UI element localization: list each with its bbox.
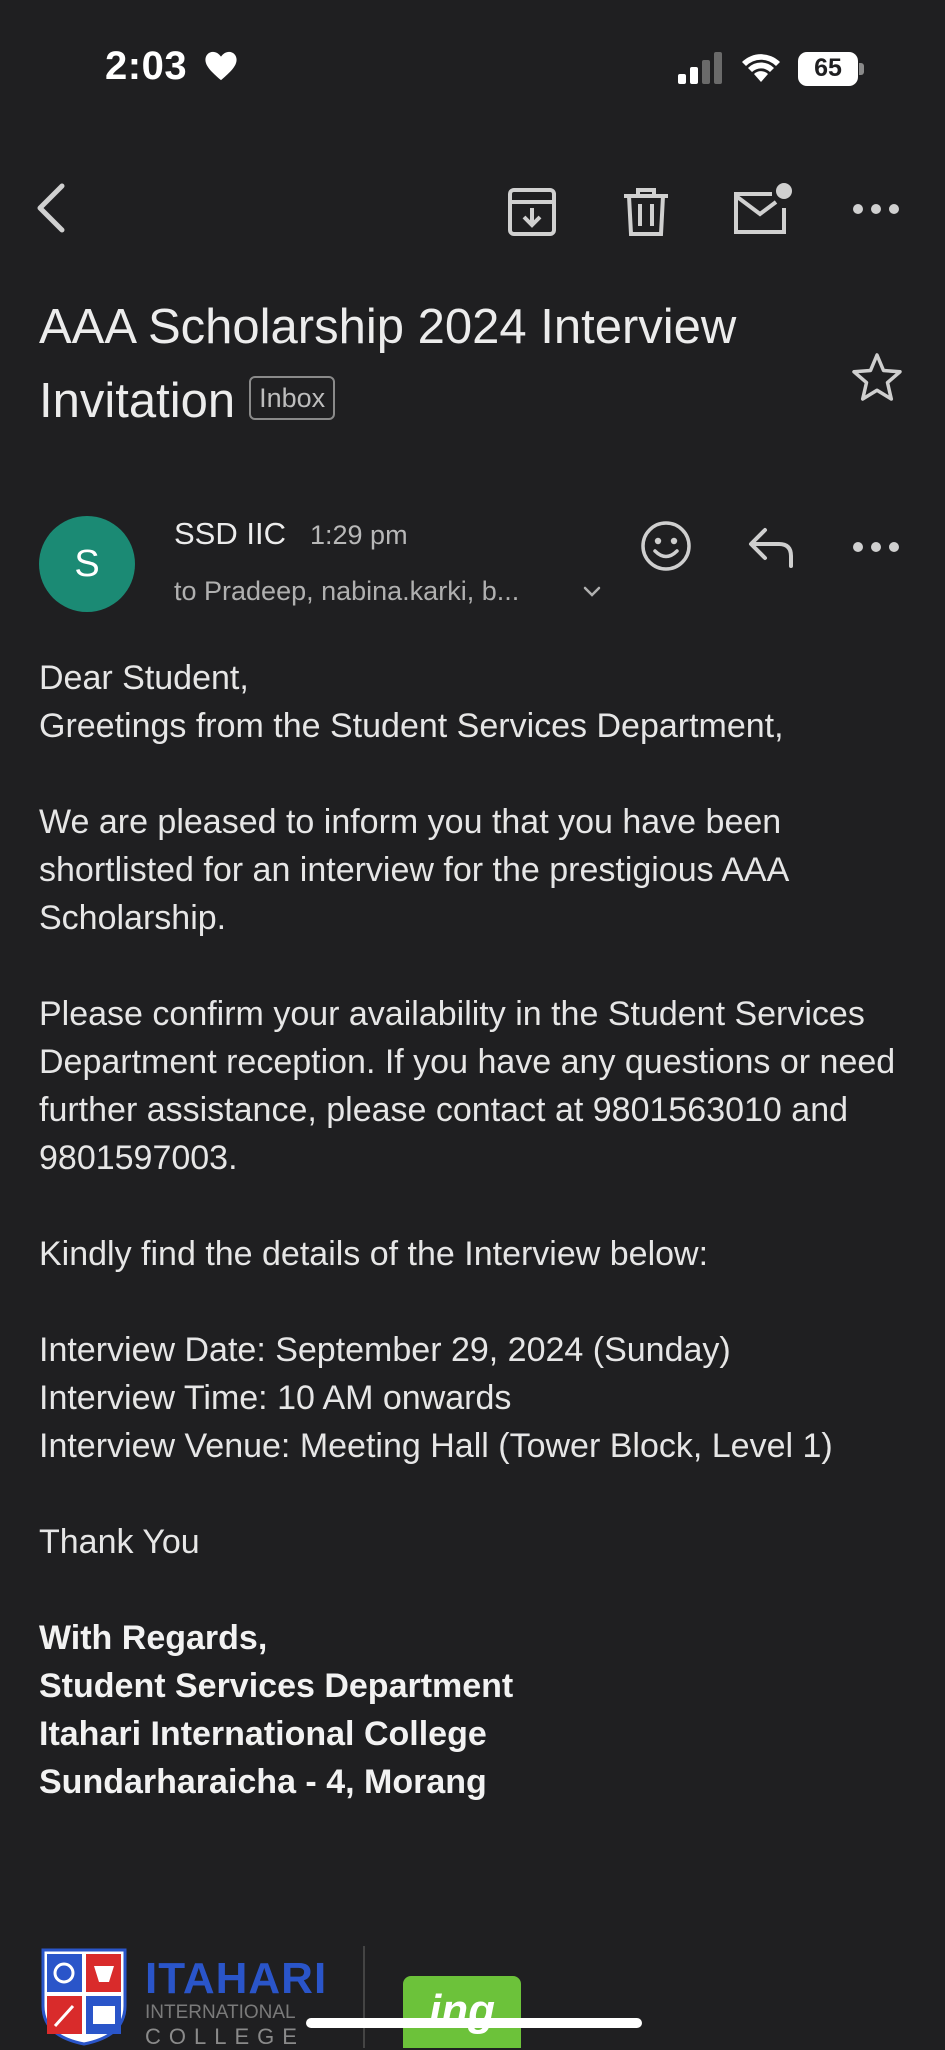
recipients[interactable]: to Pradeep, nabina.karki, b... <box>174 576 519 607</box>
archive-icon[interactable] <box>504 184 560 240</box>
cellular-signal-icon <box>678 52 722 84</box>
email-body: Dear Student, Greetings from the Student… <box>39 654 909 1806</box>
college-crest-icon <box>41 1948 127 2046</box>
reply-icon[interactable] <box>745 524 797 570</box>
interview-date: Interview Date: September 29, 2024 (Sund… <box>39 1331 731 1369</box>
back-icon[interactable] <box>32 180 72 236</box>
emoji-reaction-icon[interactable] <box>638 518 694 574</box>
wifi-icon <box>742 54 780 82</box>
more-options-icon[interactable] <box>850 194 902 224</box>
subject-text: AAA Scholarship 2024 Interview Invitatio… <box>39 300 737 428</box>
interview-time: Interview Time: 10 AM onwards <box>39 1379 512 1417</box>
signature-line: Sundarharaicha - 4, Morang <box>39 1763 487 1801</box>
status-bar: 2:03 65 <box>0 0 945 120</box>
logo-divider <box>363 1946 365 2048</box>
sender-name: SSD IIC <box>174 516 286 551</box>
trash-icon[interactable] <box>618 184 674 240</box>
status-time: 2:03 <box>105 44 188 88</box>
signature-line: With Regards, <box>39 1619 268 1657</box>
chevron-down-icon[interactable] <box>580 580 604 604</box>
college-logo-subtext: INTERNATIONAL <box>145 2002 296 2023</box>
thanks-line: Thank You <box>39 1523 200 1561</box>
sent-time: 1:29 pm <box>310 520 408 550</box>
signature-logos: ITAHARI INTERNATIONAL COLLEGE ing <box>39 1946 559 2049</box>
email-subject: AAA Scholarship 2024 Interview Invitatio… <box>39 290 839 438</box>
signature-line: Student Services Department <box>39 1667 514 1705</box>
battery-tip <box>859 63 864 75</box>
star-icon[interactable] <box>849 350 905 406</box>
signature-line: Itahari International College <box>39 1715 487 1753</box>
college-logo-subtext: COLLEGE <box>145 2024 305 2049</box>
body-paragraph: Please confirm your availability in the … <box>39 995 896 1177</box>
greeting-line: Dear Student, <box>39 659 249 697</box>
mark-unread-icon[interactable] <box>730 180 794 240</box>
heart-icon <box>205 51 237 81</box>
home-indicator[interactable] <box>306 2018 642 2028</box>
battery-indicator: 65 <box>798 52 864 86</box>
partner-logo: ing <box>403 1976 521 2048</box>
avatar[interactable]: S <box>39 516 135 612</box>
body-paragraph: Kindly find the details of the Interview… <box>39 1235 709 1273</box>
interview-venue: Interview Venue: Meeting Hall (Tower Blo… <box>39 1427 833 1465</box>
college-logo-text: ITAHARI <box>145 1954 328 2003</box>
battery-level: 65 <box>814 54 842 82</box>
greeting-line: Greetings from the Student Services Depa… <box>39 707 784 745</box>
message-more-icon[interactable] <box>850 532 902 562</box>
body-paragraph: We are pleased to inform you that you ha… <box>39 803 788 937</box>
inbox-label[interactable]: Inbox <box>249 376 336 421</box>
